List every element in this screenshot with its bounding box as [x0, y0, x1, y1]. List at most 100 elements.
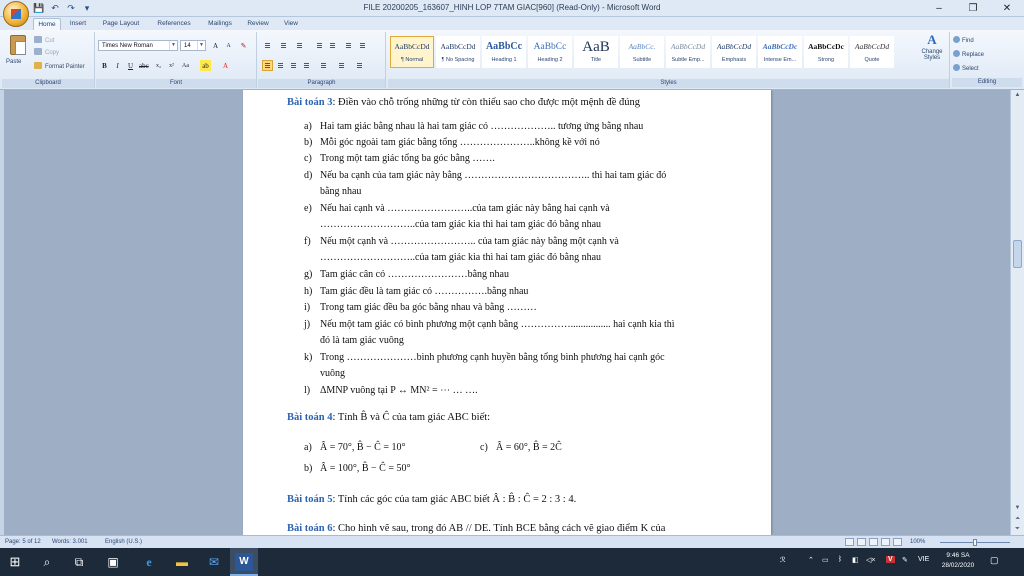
- find-button[interactable]: Find: [953, 36, 974, 44]
- web-layout-icon[interactable]: [869, 538, 878, 546]
- edge-icon[interactable]: e: [140, 553, 158, 571]
- input-language[interactable]: VIE: [918, 556, 929, 563]
- people-icon[interactable]: ℛ: [780, 556, 786, 564]
- paste-icon[interactable]: [10, 35, 26, 55]
- style-no-spacing[interactable]: AaBbCcDd ¶ No Spacing: [436, 36, 480, 68]
- decrease-indent-icon[interactable]: [314, 40, 325, 51]
- grow-font-icon[interactable]: A: [210, 40, 221, 51]
- font-color-icon[interactable]: A: [220, 60, 231, 71]
- increase-indent-icon[interactable]: [327, 40, 338, 51]
- style-heading-2[interactable]: AaBbCc Heading 2: [528, 36, 572, 68]
- network-icon[interactable]: ◧: [852, 556, 859, 564]
- item-label: d): [304, 170, 313, 181]
- underline-icon[interactable]: U: [125, 60, 136, 71]
- style-subtitle[interactable]: AaBbCc. Subtitle: [620, 36, 664, 68]
- style-heading-1[interactable]: AaBbCc Heading 1: [482, 36, 526, 68]
- volume-icon[interactable]: ◁×: [866, 556, 875, 564]
- justify-icon[interactable]: [301, 60, 312, 71]
- style-intense-emphasis[interactable]: AaBbCcDc Intense Em...: [758, 36, 802, 68]
- style-strong[interactable]: AaBbCcDc Strong: [804, 36, 848, 68]
- bullets-icon[interactable]: [262, 40, 273, 51]
- copy-button[interactable]: Copy: [34, 48, 59, 56]
- tab-page-layout[interactable]: Page Layout: [98, 18, 144, 30]
- style-normal[interactable]: AaBbCcDd ¶ Normal: [390, 36, 434, 68]
- item-label: c): [480, 442, 488, 453]
- select-button[interactable]: Select: [953, 64, 979, 72]
- page-count[interactable]: Page: 5 of 12: [5, 536, 41, 548]
- system-clock[interactable]: 9:46 SA 28/02/2020: [938, 551, 978, 571]
- word-count[interactable]: Words: 3.001: [52, 536, 88, 548]
- tab-insert[interactable]: Insert: [64, 18, 92, 30]
- highlight-icon[interactable]: ab: [200, 60, 211, 71]
- draft-icon[interactable]: [893, 538, 902, 546]
- multilevel-list-icon[interactable]: [294, 40, 305, 51]
- vertical-scrollbar[interactable]: ▲ ▼ ⏶ ⏷: [1010, 90, 1024, 535]
- scroll-down-icon[interactable]: ▼: [1011, 503, 1024, 513]
- change-styles-button[interactable]: A Change Styles: [916, 33, 948, 62]
- folder-icon[interactable]: ▬: [173, 553, 191, 571]
- battery-icon[interactable]: ▭: [822, 556, 829, 564]
- font-size-combo[interactable]: 14 ▼: [180, 40, 206, 51]
- search-icon[interactable]: ⌕: [38, 553, 56, 571]
- language-indicator[interactable]: English (U.S.): [105, 536, 142, 548]
- align-right-icon[interactable]: [288, 60, 299, 71]
- office-button[interactable]: [3, 1, 29, 27]
- full-screen-icon[interactable]: [857, 538, 866, 546]
- shading-icon[interactable]: [336, 60, 347, 71]
- shrink-font-icon[interactable]: A: [223, 40, 234, 51]
- print-layout-icon[interactable]: [845, 538, 854, 546]
- zoom-level[interactable]: 100%: [910, 536, 925, 548]
- paste-button[interactable]: Paste: [6, 59, 21, 65]
- font-name-combo[interactable]: Times New Roman ▼: [98, 40, 178, 51]
- ribbon-tabs: Home Insert Page Layout References Maili…: [0, 17, 1024, 30]
- numbering-icon[interactable]: [278, 40, 289, 51]
- scroll-thumb[interactable]: [1013, 240, 1022, 268]
- scroll-up-icon[interactable]: ▲: [1011, 90, 1024, 100]
- clipboard-group: Paste Cut Copy Format Painter Clipboard: [2, 32, 95, 88]
- document-area[interactable]: Bài toán 3: Điền vào chỗ trống những từ …: [0, 90, 1010, 535]
- tab-references[interactable]: References: [152, 18, 196, 30]
- mail-icon[interactable]: ✉: [205, 553, 223, 571]
- tray-chevron-icon[interactable]: ⌃: [808, 556, 814, 564]
- show-marks-icon[interactable]: [357, 40, 368, 51]
- sort-icon[interactable]: [343, 40, 354, 51]
- tab-review[interactable]: Review: [243, 18, 273, 30]
- notification-icon[interactable]: ▢: [990, 555, 999, 566]
- style-title[interactable]: AaB Title: [574, 36, 618, 68]
- align-center-icon[interactable]: [275, 60, 286, 71]
- style-emphasis[interactable]: AaBbCcDd Emphasis: [712, 36, 756, 68]
- minimize-button[interactable]: –: [922, 0, 956, 17]
- task-view-icon[interactable]: ⧉: [70, 553, 88, 571]
- tab-home[interactable]: Home: [33, 18, 61, 30]
- tab-view[interactable]: View: [278, 18, 304, 30]
- superscript-icon[interactable]: x²: [166, 60, 177, 71]
- style-quote[interactable]: AaBbCcDd Quote: [850, 36, 894, 68]
- next-page-icon[interactable]: ⏷: [1011, 524, 1024, 534]
- cut-button[interactable]: Cut: [34, 36, 54, 44]
- style-subtle-emphasis[interactable]: AaBbCcDd Subtle Emp...: [666, 36, 710, 68]
- outline-icon[interactable]: [881, 538, 890, 546]
- previous-page-icon[interactable]: ⏶: [1011, 514, 1024, 524]
- tab-mailings[interactable]: Mailings: [203, 18, 237, 30]
- align-left-icon[interactable]: [262, 60, 273, 71]
- italic-icon[interactable]: I: [112, 60, 123, 71]
- restore-button[interactable]: ❐: [956, 0, 990, 17]
- subscript-icon[interactable]: x₂: [153, 60, 164, 71]
- replace-button[interactable]: Replace: [953, 50, 984, 58]
- pen-icon[interactable]: ✎: [902, 556, 908, 564]
- close-button[interactable]: ✕: [990, 0, 1024, 17]
- line-spacing-icon[interactable]: [318, 60, 329, 71]
- bold-icon[interactable]: B: [99, 60, 110, 71]
- format-painter-button[interactable]: Format Painter: [34, 62, 85, 70]
- windows-start-icon[interactable]: ⊞: [6, 553, 24, 571]
- zoom-slider-handle[interactable]: [973, 539, 977, 546]
- item-label: f): [304, 236, 311, 247]
- clear-format-icon[interactable]: ✎: [238, 40, 249, 51]
- store-icon[interactable]: ▣: [104, 553, 122, 571]
- strikethrough-icon[interactable]: abc: [138, 60, 149, 71]
- borders-icon[interactable]: [354, 60, 365, 71]
- change-case-icon[interactable]: Aa: [180, 60, 191, 71]
- unikey-icon[interactable]: V: [886, 556, 895, 563]
- bluetooth-icon[interactable]: ᛒ: [838, 556, 842, 563]
- document-page[interactable]: Bài toán 3: Điền vào chỗ trống những từ …: [243, 90, 771, 535]
